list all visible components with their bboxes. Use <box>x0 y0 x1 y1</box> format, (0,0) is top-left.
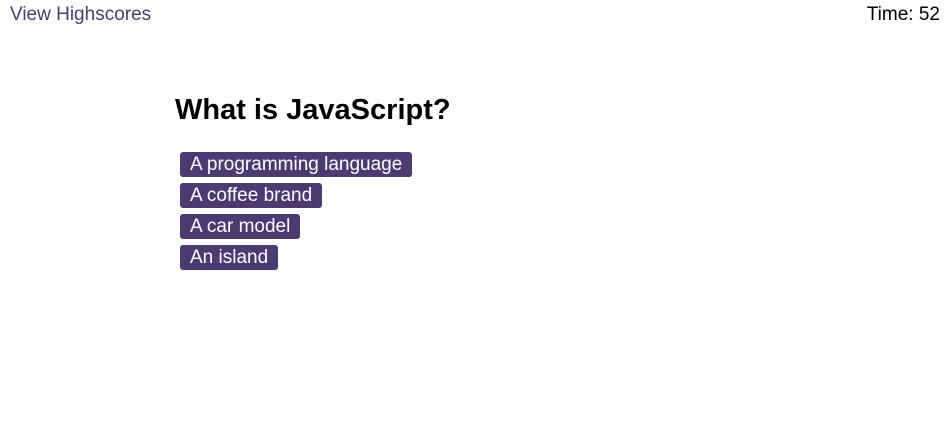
header-bar: View Highscores Time: 52 <box>0 0 947 30</box>
answer-button-programming-language[interactable]: A programming language <box>180 152 413 177</box>
answer-button-island[interactable]: An island <box>180 245 279 270</box>
timer-display: Time: 52 <box>866 4 940 25</box>
answer-item: A car model <box>180 214 775 239</box>
answer-item: An island <box>180 245 775 270</box>
answer-list: A programming language A coffee brand A … <box>175 152 775 270</box>
answer-button-coffee-brand[interactable]: A coffee brand <box>180 183 323 208</box>
question-title: What is JavaScript? <box>175 94 451 126</box>
view-highscores-link[interactable]: View Highscores <box>10 3 151 27</box>
answer-item: A programming language <box>180 152 775 177</box>
answer-item: A coffee brand <box>180 183 775 208</box>
quiz-container: What is JavaScript? A programming langua… <box>175 92 775 276</box>
answer-button-car-model[interactable]: A car model <box>180 214 301 239</box>
